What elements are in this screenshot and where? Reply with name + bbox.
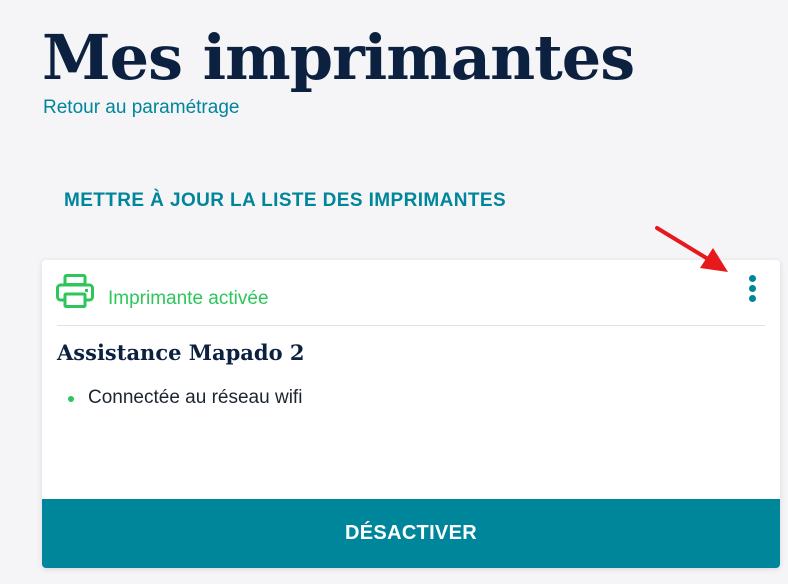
page-title: Mes imprimantes xyxy=(42,21,635,94)
bullet-icon xyxy=(68,396,74,402)
printer-status: Imprimante activée xyxy=(108,288,269,309)
update-printer-list-button[interactable]: METTRE À JOUR LA LISTE DES IMPRIMANTES xyxy=(64,190,506,212)
card-divider xyxy=(57,325,765,326)
printer-card: Imprimante activée Assistance Mapado 2 C… xyxy=(42,260,780,568)
printer-features-list: Connectée au réseau wifi xyxy=(68,387,302,409)
printer-feature-item: Connectée au réseau wifi xyxy=(68,387,302,409)
printer-icon xyxy=(56,274,94,308)
printer-feature-label: Connectée au réseau wifi xyxy=(88,387,303,408)
red-arrow-annotation-icon xyxy=(655,226,728,272)
deactivate-button[interactable]: DÉSACTIVER xyxy=(42,499,780,568)
kebab-menu-icon[interactable] xyxy=(740,272,764,304)
printer-name: Assistance Mapado 2 xyxy=(57,340,305,365)
back-to-settings-link[interactable]: Retour au paramétrage xyxy=(43,97,239,119)
